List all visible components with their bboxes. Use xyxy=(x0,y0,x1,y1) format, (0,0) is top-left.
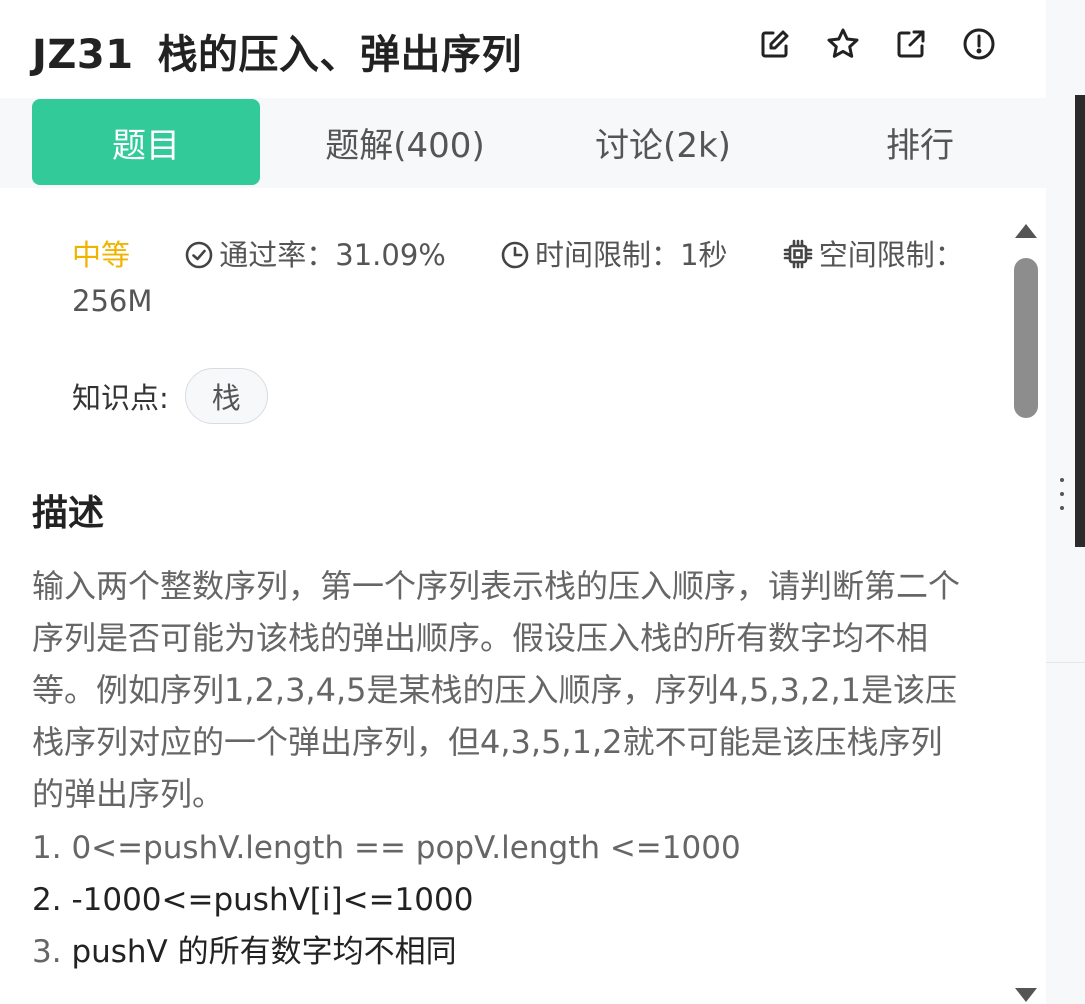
problem-meta: 中等 通过率：31.09% 时间限制：1秒 空间限制： 256M xyxy=(72,232,972,324)
list-item-number: 3. xyxy=(32,934,62,970)
clock-icon xyxy=(501,241,529,269)
problem-title: 栈的压入、弹出序列 xyxy=(157,32,523,78)
star-icon xyxy=(827,28,859,58)
tab-ranking[interactable]: 排行 xyxy=(840,99,1000,185)
list-item-text: 0<=pushV.length == popV.length <=1000 xyxy=(71,830,741,866)
edit-icon xyxy=(761,30,789,58)
difficulty-badge: 中等 xyxy=(72,238,131,272)
scrollbar-thumb[interactable] xyxy=(1014,258,1038,418)
problem-code: JZ31 xyxy=(32,32,134,78)
list-item-text: pushV 的所有数字均不相同 xyxy=(71,934,457,970)
list-item: 2. -1000<=pushV[i]<=1000 xyxy=(32,874,972,926)
list-item-number: 2. xyxy=(32,882,62,918)
header-actions xyxy=(758,27,996,61)
description-text: 输入两个整数序列，第一个序列表示栈的压入顺序，请判断第二个序列是否可能为该栈的弹… xyxy=(32,567,961,813)
pass-rate: 通过率：31.09% xyxy=(185,238,446,272)
divider xyxy=(1046,662,1085,663)
list-item: 1. 0<=pushV.length == popV.length <=1000 xyxy=(32,822,972,874)
check-circle-icon xyxy=(185,241,213,269)
header: JZ31 栈的压入、弹出序列 xyxy=(0,0,1046,98)
report-button[interactable] xyxy=(962,27,996,61)
time-limit-value: 1秒 xyxy=(680,238,728,272)
tab-solutions[interactable]: 题解(400) xyxy=(300,99,510,185)
knowledge-points: 知识点: 栈 xyxy=(72,368,268,424)
space-limit-value: 256M xyxy=(72,284,153,318)
tab-problem[interactable]: 题目 xyxy=(32,99,260,185)
pass-rate-value: 31.09% xyxy=(335,238,446,272)
page-title: JZ31 栈的压入、弹出序列 xyxy=(32,22,522,80)
edit-button[interactable] xyxy=(758,27,792,61)
constraints-list: 1. 0<=pushV.length == popV.length <=1000… xyxy=(32,822,972,978)
description-heading: 描述 xyxy=(32,493,105,534)
list-item: 3. pushV 的所有数字均不相同 xyxy=(32,926,972,978)
space-limit-label: 空间限制： xyxy=(818,238,964,272)
problem-content: 中等 通过率：31.09% 时间限制：1秒 空间限制： 256M 知识点: 栈 描… xyxy=(0,188,1046,1004)
report-icon xyxy=(963,28,995,60)
chip-icon xyxy=(783,239,813,269)
external-link-icon xyxy=(897,30,925,58)
tag-stack[interactable]: 栈 xyxy=(184,368,268,424)
list-item-text: -1000<=pushV[i]<=1000 xyxy=(71,882,474,918)
time-limit-label: 时间限制： xyxy=(535,238,681,272)
problem-page: JZ31 栈的压入、弹出序列 题目 题解(400) 讨论(2k) 排行 中等 通… xyxy=(0,0,1085,1004)
scroll-up-arrow[interactable] xyxy=(1015,224,1037,238)
adjacent-panel-edge xyxy=(1075,95,1085,547)
knowledge-label: 知识点: xyxy=(72,381,169,415)
scroll-down-arrow[interactable] xyxy=(1015,988,1037,1002)
list-item-number: 1. xyxy=(32,830,62,866)
resize-handle[interactable] xyxy=(1059,478,1065,518)
tab-bar: 题目 题解(400) 讨论(2k) 排行 xyxy=(0,98,1046,189)
tab-discussion[interactable]: 讨论(2k) xyxy=(560,99,766,185)
open-external-button[interactable] xyxy=(894,27,928,61)
pass-rate-label: 通过率： xyxy=(219,238,336,272)
favorite-button[interactable] xyxy=(826,27,860,61)
time-limit: 时间限制：1秒 xyxy=(501,238,728,272)
